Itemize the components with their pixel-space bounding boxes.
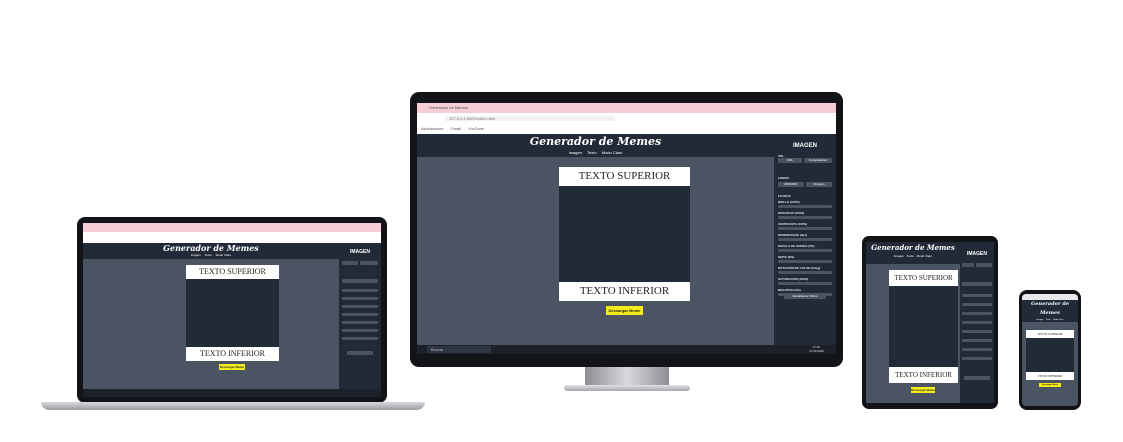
- side-panel: IMAGEN URL URL Computadora FONDO #FFFFFF…: [774, 134, 836, 345]
- tablet-screen: Generador de Memes Imagen Texto Modo Cla…: [866, 242, 994, 403]
- side-panel: IMAGEN: [339, 243, 381, 389]
- meme-top-text: TEXTO SUPERIOR: [186, 265, 279, 279]
- meme-canvas: TEXTO SUPERIOR TEXTO INFERIOR: [889, 270, 958, 383]
- meme-bottom-text: TEXTO INFERIOR: [186, 347, 279, 361]
- app-title: Generador de Memes: [163, 243, 259, 253]
- phone-device: Generador de Memes Imagen Texto Modo Cla…: [1019, 290, 1081, 410]
- laptop-screen: Generador de Memes Imagen Texto Modo Cla…: [83, 223, 381, 397]
- nav-mode[interactable]: Modo Claro: [1053, 318, 1063, 322]
- computer-button[interactable]: Computadora: [804, 158, 832, 163]
- meme-top-text: TEXTO SUPERIOR: [559, 167, 690, 186]
- meme-canvas: TEXTO SUPERIOR TEXTO INFERIOR: [559, 167, 690, 301]
- blend-select[interactable]: Ninguno: [806, 182, 832, 187]
- meme-bottom-text: TEXTO INFERIOR: [889, 367, 958, 383]
- side-panel: IMAGEN: [960, 242, 994, 403]
- app-title: Generador de Memes: [871, 243, 955, 252]
- download-button[interactable]: Descargar Meme: [606, 306, 643, 315]
- meme-top-text: TEXTO SUPERIOR: [1026, 330, 1074, 338]
- nav-image[interactable]: Imagen: [1037, 318, 1044, 322]
- url-field[interactable]: 127.0.0.1:5500/index.html: [445, 116, 616, 121]
- bookmark-apps[interactable]: Aplicaciones: [421, 126, 443, 131]
- monitor-stand: [585, 367, 669, 385]
- nav-text[interactable]: Texto: [1046, 318, 1051, 322]
- meme-bottom-text: TEXTO INFERIOR: [559, 282, 690, 301]
- nav-image[interactable]: Imagen: [191, 253, 201, 257]
- url-button[interactable]: URL: [778, 158, 802, 163]
- nav-mode[interactable]: Modo Claro: [602, 150, 623, 156]
- filter-list: BRILLO (100%) OPACIDAD (100%) CONTRASTE …: [778, 200, 832, 299]
- download-button[interactable]: Descargar Meme: [1039, 383, 1061, 387]
- browser-tab[interactable]: Generador de Memes: [429, 105, 468, 110]
- download-button[interactable]: Descargar Meme: [911, 387, 935, 393]
- nav-image[interactable]: Imagen: [894, 254, 904, 258]
- laptop-base: [41, 402, 425, 410]
- app-title: Generador de Memes: [529, 135, 662, 148]
- download-button[interactable]: Descargar Meme: [219, 364, 245, 370]
- nav-image[interactable]: Imagen: [569, 150, 582, 156]
- nav-text[interactable]: Texto: [907, 254, 914, 258]
- taskbar-date: 27/11/2020: [809, 349, 824, 353]
- nav-mode[interactable]: Modo Claro: [917, 254, 933, 258]
- monitor-screen: Generador de Memes 127.0.0.1:5500/index.…: [417, 103, 836, 354]
- meme-canvas: TEXTO SUPERIOR TEXTO INFERIOR: [1026, 330, 1074, 380]
- color-picker[interactable]: #FFFFFF: [778, 182, 804, 187]
- bookmark-youtube[interactable]: YouTube: [468, 126, 484, 131]
- bookmark-gmail[interactable]: Gmail: [451, 126, 461, 131]
- nav-mode[interactable]: Modo Claro: [216, 253, 232, 257]
- tablet-device: Generador de Memes Imagen Texto Modo Cla…: [862, 236, 998, 409]
- nav-text[interactable]: Texto: [205, 253, 212, 257]
- meme-canvas: TEXTO SUPERIOR TEXTO INFERIOR: [186, 265, 279, 361]
- nav-text[interactable]: Texto: [587, 150, 597, 156]
- laptop-device: Generador de Memes Imagen Texto Modo Cla…: [77, 217, 387, 403]
- reset-filters-button[interactable]: Restablecer Filtros: [784, 293, 826, 299]
- taskbar-search[interactable]: Buscar: [427, 346, 491, 353]
- monitor-foot: [564, 385, 690, 391]
- meme-bottom-text: TEXTO INFERIOR: [1026, 372, 1074, 380]
- monitor-device: Generador de Memes 127.0.0.1:5500/index.…: [410, 92, 843, 367]
- meme-top-text: TEXTO SUPERIOR: [889, 270, 958, 286]
- app-title: Generador de Memes: [1030, 301, 1070, 316]
- phone-screen: Generador de Memes Imagen Texto Modo Cla…: [1022, 294, 1078, 406]
